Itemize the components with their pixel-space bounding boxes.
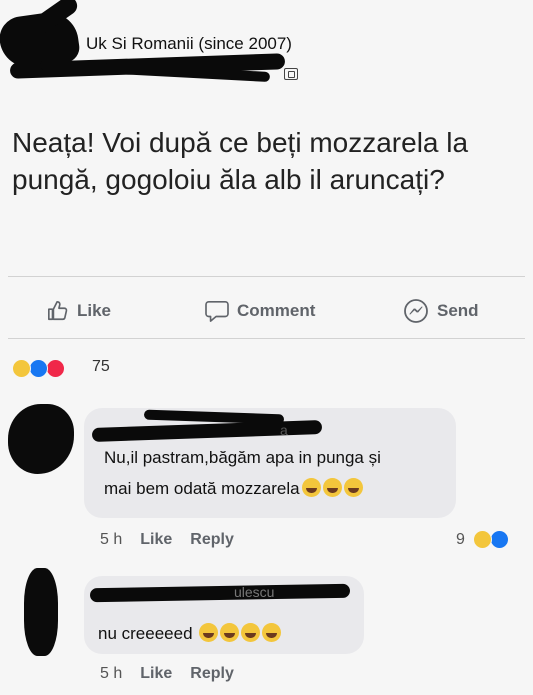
comment-text: Nu,il pastram,băgăm apa in punga și mai … [104, 442, 381, 504]
comment-action-button[interactable]: Comment [205, 296, 315, 326]
comment-bubble: ulescu nu creeeeed [84, 576, 364, 654]
comment-action-label: Comment [237, 301, 316, 320]
post-text: Neața! Voi după ce beți mozzarela la pun… [12, 127, 469, 195]
comment-reaction-count: 9 [456, 531, 465, 548]
rofl-emoji-icon [343, 478, 363, 497]
comment-bubble: a Nu,il pastram,băgăm apa in punga și ma… [84, 408, 456, 518]
redacted-commenter-name-2 [143, 409, 285, 425]
send-action-button[interactable]: Send [403, 296, 479, 326]
divider-top [8, 276, 525, 277]
comment-reply-button[interactable]: Reply [190, 665, 234, 683]
like-action-button[interactable]: Like [47, 296, 111, 326]
like-action-label: Like [77, 301, 112, 320]
rofl-emoji-icon [219, 623, 239, 642]
comment-text-line-2-text: mai bem odată mozzarela [104, 479, 300, 498]
like-icon [490, 530, 509, 549]
comment-time: 5 h [100, 665, 123, 682]
rofl-emoji-icon [301, 478, 321, 497]
comment-reply-button[interactable]: Reply [190, 531, 234, 549]
comment-text-line-2: mai bem odată mozzarela [104, 473, 381, 504]
group-privacy-icon [284, 68, 298, 80]
thumbs-up-icon [48, 301, 68, 321]
comment-bubble-icon [205, 301, 229, 322]
haha-icon [12, 359, 31, 378]
comment-like-button[interactable]: Like [140, 665, 172, 683]
comment-text-line-1: Nu,il pastram,băgăm apa in punga și [104, 448, 381, 467]
messenger-icon [404, 299, 428, 323]
divider-bottom [8, 338, 525, 339]
comment-like-button[interactable]: Like [140, 531, 172, 549]
like-icon [29, 359, 48, 378]
comment-meta: 5 h Like Reply [100, 531, 252, 549]
comment-text: nu creeeeed [98, 618, 281, 649]
reaction-count: 75 [92, 358, 110, 375]
rofl-emoji-icon [198, 623, 218, 642]
rofl-emoji-icon [261, 623, 281, 642]
redacted-commenter-name [89, 583, 351, 603]
send-action-label: Send [437, 301, 479, 320]
group-name[interactable]: Uk Si Romanii (since 2007) [86, 34, 292, 54]
commenter-name-fragment: a [280, 422, 288, 438]
haha-icon [473, 530, 492, 549]
commenter-avatar-redacted[interactable] [24, 568, 58, 656]
comment-time: 5 h [100, 531, 123, 548]
love-icon [46, 359, 65, 378]
rofl-emoji-icon [240, 623, 260, 642]
commenter-name-fragment: ulescu [234, 584, 275, 600]
comment-meta: 5 h Like Reply [100, 665, 252, 683]
commenter-avatar-redacted[interactable] [8, 404, 74, 474]
comment-text-body: nu creeeeed [98, 624, 193, 643]
rofl-emoji-icon [322, 478, 342, 497]
